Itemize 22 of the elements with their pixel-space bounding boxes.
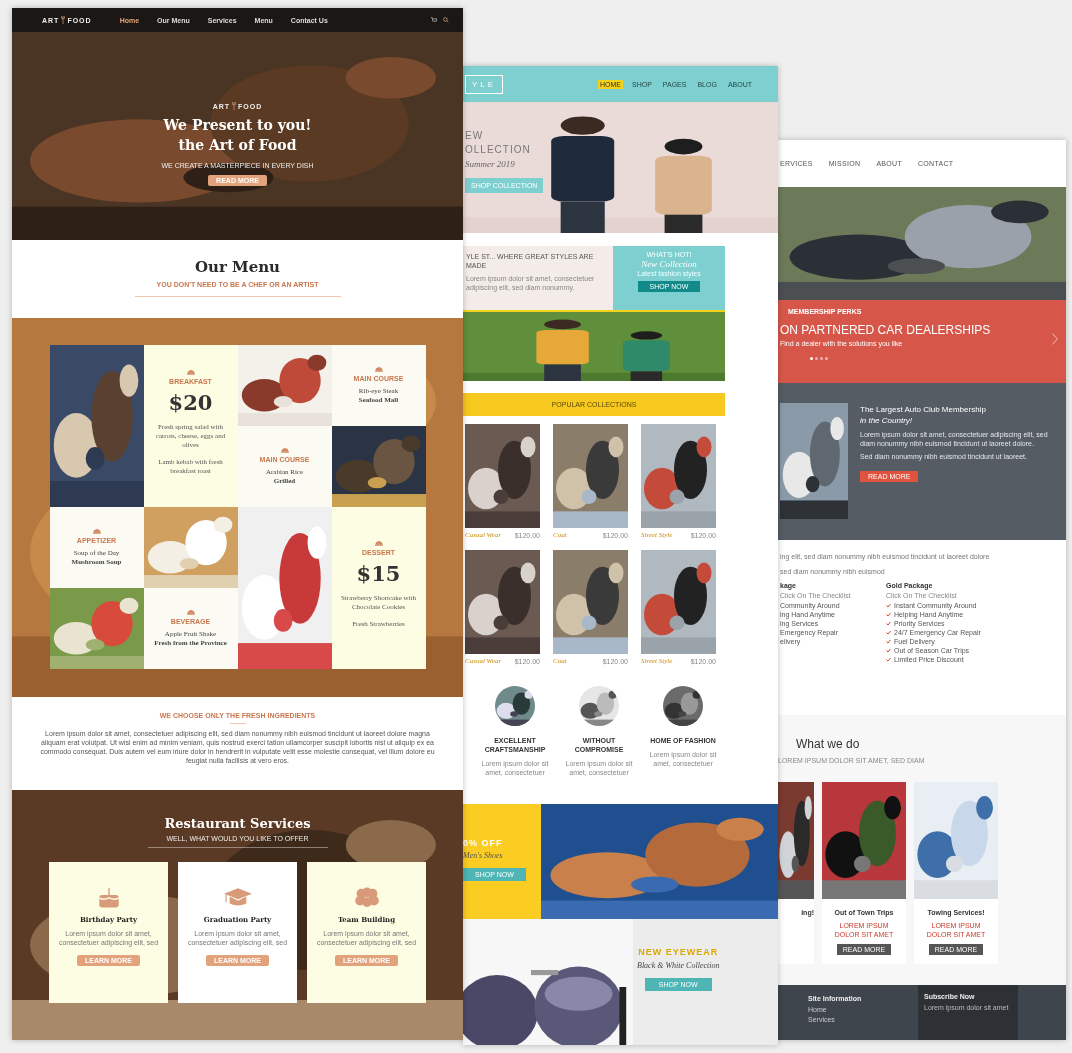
promo-tagline: Men's Shoes — [463, 851, 504, 860]
search-icon[interactable] — [443, 17, 449, 23]
promo-title: 0% OFF — [463, 838, 504, 848]
slider-dot[interactable] — [825, 357, 828, 360]
slider-title: ON PARTNERED CAR DEALERSHIPS — [780, 323, 992, 337]
slider-dot[interactable] — [815, 357, 818, 360]
chevron-right-icon[interactable] — [1052, 332, 1058, 346]
promo-tagline: Black & White Collection — [637, 961, 720, 970]
fork-icon — [61, 16, 66, 24]
slider-dot[interactable] — [820, 357, 823, 360]
promo-tagline: New Collection — [641, 259, 697, 269]
about-title: The Largest Auto Club Membership — [860, 405, 987, 414]
hero-tagline: Summer 2019 — [465, 159, 516, 169]
section-title: Our Menu — [194, 258, 281, 276]
section-title: What we do — [796, 737, 861, 751]
slider-dot[interactable] — [810, 357, 813, 360]
about-subtitle: in the Country! — [860, 416, 914, 425]
cart-icon[interactable] — [431, 17, 437, 23]
hero-heading: OLLECTION — [465, 143, 532, 157]
promo-title: NEW EYEWEAR — [638, 947, 719, 957]
logo: YLE — [465, 74, 504, 94]
hero-heading: EW — [465, 129, 485, 143]
